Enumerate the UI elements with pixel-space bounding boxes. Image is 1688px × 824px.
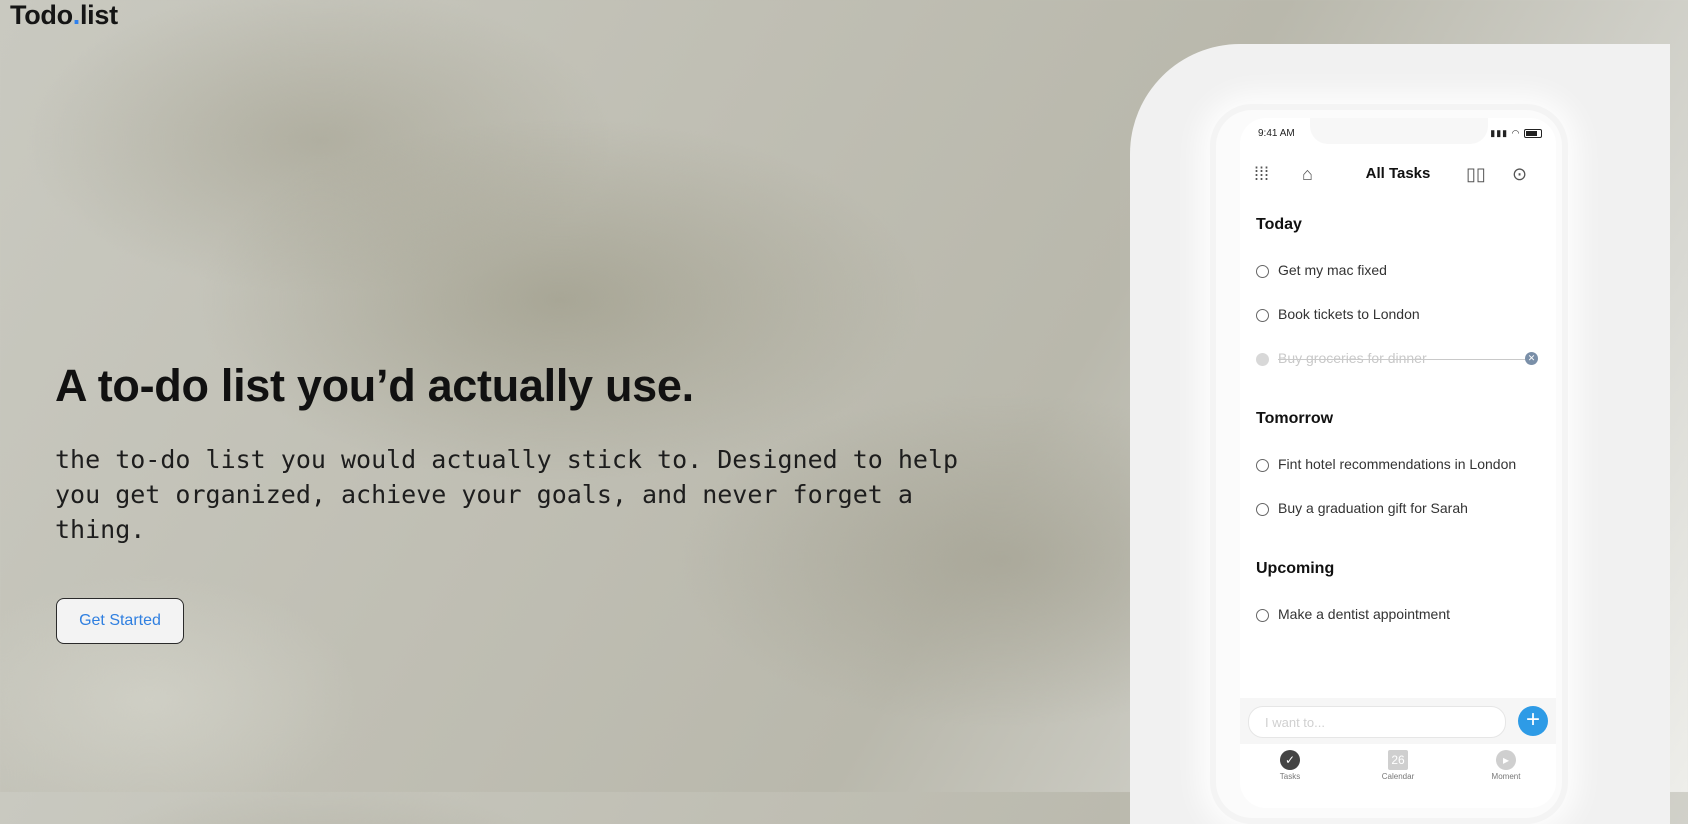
calendar-icon: 26	[1388, 750, 1408, 770]
task-label: Buy a graduation gift for Sarah	[1278, 500, 1468, 516]
task-label: Make a dentist appointment	[1278, 606, 1450, 622]
more-options-icon[interactable]: ⊙	[1512, 164, 1527, 185]
wifi-icon: ◠	[1511, 128, 1521, 138]
brand-logo[interactable]: Todo.list	[10, 0, 118, 30]
moment-icon: ▸	[1496, 750, 1516, 770]
input-placeholder: I want to...	[1265, 715, 1325, 730]
section-tomorrow: Tomorrow	[1256, 410, 1334, 427]
task-item[interactable]: Book tickets to London	[1256, 306, 1546, 326]
task-item[interactable]: Fint hotel recommendations in London	[1256, 456, 1546, 476]
brand-dot: .	[72, 0, 81, 30]
brand-name-part2: list	[79, 0, 118, 30]
task-item[interactable]: Get my mac fixed	[1256, 262, 1546, 282]
task-checkbox-checked[interactable]	[1256, 353, 1269, 366]
status-icons: ▮▮▮ ◠	[1490, 128, 1542, 139]
plus-icon: +	[1525, 706, 1540, 733]
hero-headline: A to-do list you’d actually use.	[55, 360, 694, 411]
task-checkbox[interactable]	[1256, 609, 1269, 622]
delete-icon[interactable]: ✕	[1525, 352, 1538, 365]
task-item-completed[interactable]: Buy groceries for dinner ✕	[1256, 350, 1546, 370]
check-circle-icon: ✓	[1280, 750, 1300, 770]
screen-title: All Tasks	[1365, 165, 1431, 182]
task-checkbox[interactable]	[1256, 309, 1269, 322]
new-task-bar: I want to... +	[1240, 698, 1556, 744]
section-today: Today	[1256, 216, 1302, 233]
task-checkbox[interactable]	[1256, 503, 1269, 516]
strikethrough-line	[1278, 359, 1530, 360]
bottom-tab-bar: ✓ Tasks 26 Calendar ▸ Moment	[1240, 744, 1556, 808]
task-item[interactable]: Make a dentist appointment	[1256, 606, 1546, 626]
new-task-input[interactable]: I want to...	[1248, 706, 1506, 738]
tab-label: Calendar	[1381, 772, 1415, 781]
task-item[interactable]: Buy a graduation gift for Sarah	[1256, 500, 1546, 520]
task-label: Book tickets to London	[1278, 306, 1420, 322]
hero-subtext: the to-do list you would actually stick …	[55, 445, 959, 544]
tab-calendar[interactable]: 26 Calendar	[1358, 750, 1438, 781]
status-time: 9:41 AM	[1258, 128, 1295, 139]
tab-label: Moment	[1491, 772, 1521, 781]
app-topbar: ⁞⁞⁞ ⌂ All Tasks ▯▯ ⊙	[1240, 160, 1556, 190]
task-label: Get my mac fixed	[1278, 262, 1387, 278]
task-checkbox[interactable]	[1256, 265, 1269, 278]
battery-icon	[1524, 129, 1542, 139]
tab-label: Tasks	[1279, 772, 1301, 781]
phone-notch	[1310, 118, 1488, 144]
brand-name-part1: Todo	[10, 0, 73, 30]
signal-icon: ▮▮▮	[1490, 128, 1509, 138]
get-started-button[interactable]: Get Started	[56, 598, 184, 644]
task-label: Fint hotel recommendations in London	[1278, 456, 1517, 472]
task-label: Buy groceries for dinner	[1278, 350, 1427, 366]
section-upcoming: Upcoming	[1256, 560, 1335, 577]
tab-moment[interactable]: ▸ Moment	[1466, 750, 1546, 781]
add-task-button[interactable]: +	[1518, 706, 1548, 736]
book-icon[interactable]: ▯▯	[1466, 164, 1486, 185]
tab-tasks[interactable]: ✓ Tasks	[1250, 750, 1330, 781]
task-checkbox[interactable]	[1256, 459, 1269, 472]
phone-screen: 9:41 AM ▮▮▮ ◠ ⁞⁞⁞ ⌂ All Tasks ▯▯ ⊙ Today…	[1240, 118, 1556, 808]
